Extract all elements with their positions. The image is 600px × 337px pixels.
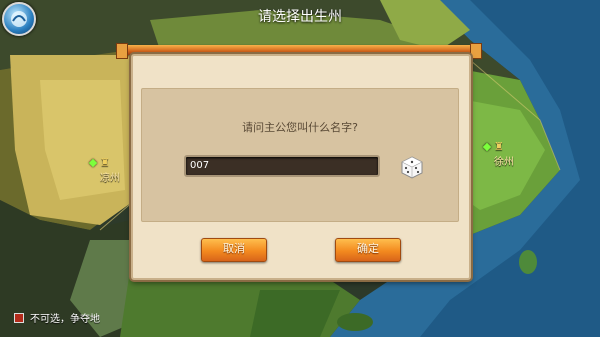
city-xuzhou[interactable]: ♜ 徐州 — [482, 140, 514, 168]
dice-icon[interactable] — [400, 155, 424, 179]
cancel-button[interactable]: 取消 — [201, 238, 267, 262]
name-question: 请问主公您叫什么名字? — [242, 121, 358, 134]
name-input[interactable]: 007 — [184, 155, 380, 177]
castle-icon: ♜ — [494, 140, 504, 153]
contested-square-icon — [14, 312, 24, 323]
dialog-content-panel: 请问主公您叫什么名字? 007 — [141, 88, 459, 222]
ok-button[interactable]: 确定 — [335, 238, 401, 262]
city-liangzhou[interactable]: ♜ 凉州 — [88, 156, 120, 184]
name-dialog: 请问主公您叫什么名字? 007 取消 确定 — [131, 54, 471, 280]
page-title: 请选择出生州 — [258, 9, 342, 25]
gem-icon — [88, 158, 98, 168]
city-label: 凉州 — [100, 173, 120, 184]
map-legend: 不可选，争夺地 — [14, 310, 100, 325]
gem-icon — [482, 142, 492, 152]
castle-icon: ♜ — [100, 156, 110, 169]
legend-label: 不可选，争夺地 — [30, 314, 100, 325]
city-label: 徐州 — [494, 157, 514, 168]
